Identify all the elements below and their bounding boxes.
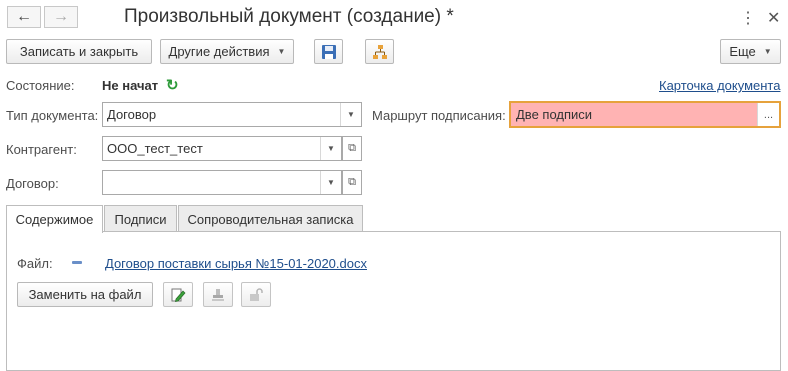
other-actions-button[interactable]: Другие действия ▼ <box>160 39 294 64</box>
open-window-icon: ⧉ <box>348 142 356 154</box>
status-value: Не начат <box>102 78 159 93</box>
save-and-close-label: Записать и закрыть <box>19 44 139 59</box>
more-label: Еще <box>729 44 756 59</box>
file-label: Файл: <box>17 256 53 271</box>
edit-document-button[interactable] <box>163 282 193 307</box>
other-actions-label: Другие действия <box>168 44 270 59</box>
chevron-down-icon[interactable]: ▼ <box>320 137 341 160</box>
counterparty-label: Контрагент: <box>6 142 77 157</box>
tab-signatures[interactable]: Подписи <box>104 205 177 232</box>
doc-type-label: Тип документа: <box>6 108 99 123</box>
tab-cover-note[interactable]: Сопроводительная записка <box>178 205 363 232</box>
back-button[interactable]: ← <box>7 6 41 28</box>
unlock-icon <box>250 287 263 301</box>
open-window-icon: ⧉ <box>348 176 356 188</box>
forward-button[interactable]: → <box>44 6 78 28</box>
replace-file-label: Заменить на файл <box>28 287 142 302</box>
hierarchy-icon <box>372 44 387 59</box>
chevron-down-icon: ▼ <box>277 47 286 56</box>
route-label: Маршрут подписания: <box>372 108 506 123</box>
save-button[interactable] <box>314 39 343 64</box>
more-button[interactable]: Еще ▼ <box>720 39 781 64</box>
save-and-close-button[interactable]: Записать и закрыть <box>6 39 152 64</box>
window-title: Произвольный документ (создание) * <box>124 6 454 27</box>
floppy-disk-icon <box>321 44 336 59</box>
contract-label: Договор: <box>6 176 59 191</box>
tab-content[interactable]: Содержимое <box>6 205 103 233</box>
back-arrow-icon: ← <box>16 8 32 25</box>
replace-file-button[interactable]: Заменить на файл <box>17 282 153 307</box>
more-vertical-icon[interactable]: ⋮ <box>740 8 756 28</box>
doc-type-field[interactable]: Договор ▼ <box>102 102 362 127</box>
route-value: Две подписи <box>516 107 593 122</box>
forward-arrow-icon: → <box>53 8 69 25</box>
refresh-icon[interactable]: ↻ <box>166 76 179 94</box>
doc-type-value: Договор <box>107 107 157 122</box>
file-link[interactable]: Договор поставки сырья №15-01-2020.docx <box>105 256 367 271</box>
structure-button[interactable] <box>365 39 394 64</box>
sign-button[interactable] <box>203 282 233 307</box>
route-select-button[interactable]: ... <box>757 103 779 126</box>
counterparty-open-button[interactable]: ⧉ <box>342 136 362 161</box>
contract-open-button[interactable]: ⧉ <box>342 170 362 195</box>
status-label: Состояние: <box>6 78 75 93</box>
counterparty-field[interactable]: ООО_тест_тест ▼ <box>102 136 342 161</box>
stamp-icon <box>212 288 224 301</box>
unlock-button[interactable] <box>241 282 271 307</box>
chevron-down-icon[interactable]: ▼ <box>340 103 361 126</box>
contract-field[interactable]: ▼ <box>102 170 342 195</box>
edit-document-icon <box>171 288 186 302</box>
chevron-down-icon: ▼ <box>763 47 772 56</box>
close-icon[interactable]: ✕ <box>767 8 780 28</box>
route-field[interactable]: Две подписи ... <box>509 101 781 128</box>
chevron-down-icon[interactable]: ▼ <box>320 171 341 194</box>
document-card-link[interactable]: Карточка документа <box>659 78 780 93</box>
counterparty-value: ООО_тест_тест <box>107 141 203 156</box>
word-file-icon <box>72 261 82 264</box>
